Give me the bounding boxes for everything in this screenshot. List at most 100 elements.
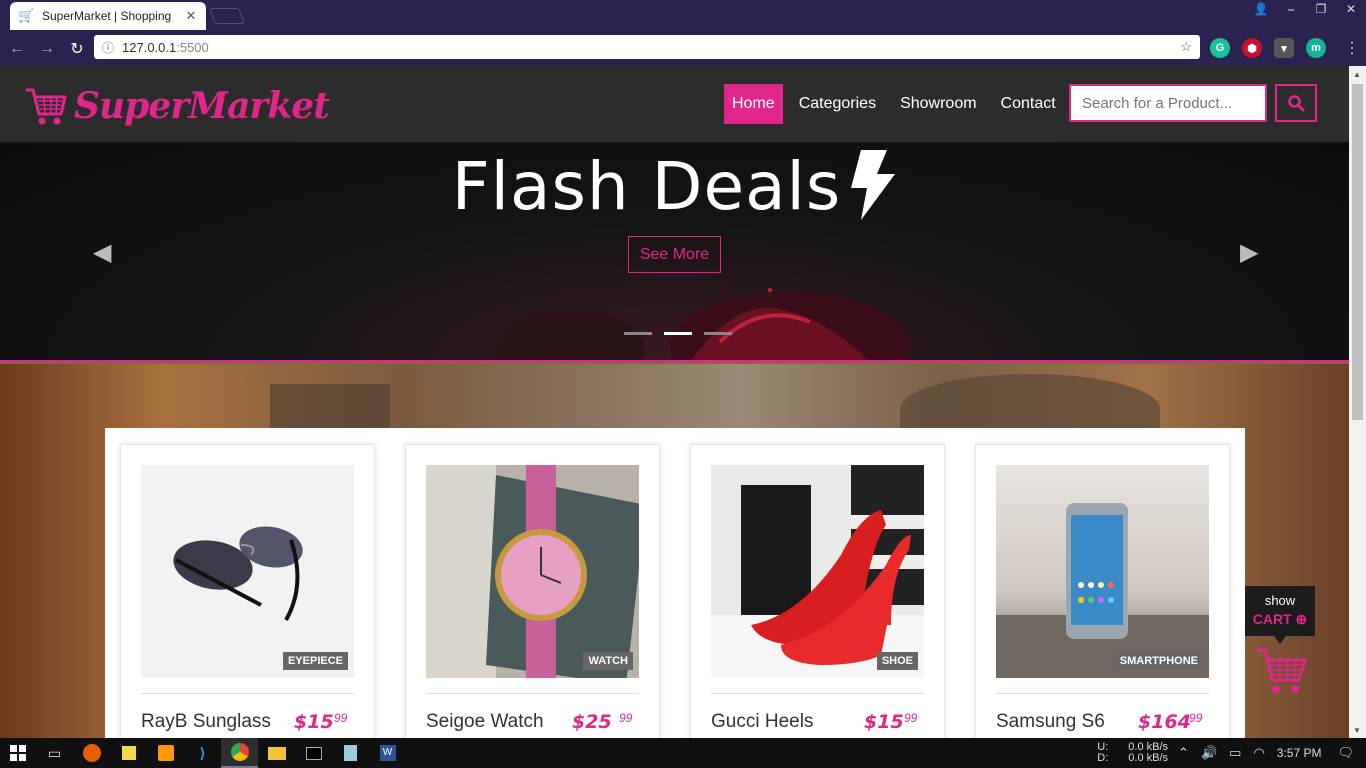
carousel-dot-active[interactable] [664,332,692,335]
cart-label-text: CART [1252,611,1292,627]
system-tray: U: D: 0.0 kB/s 0.0 kB/s ⌃ 🔊 ▭ ◠ 3:57 PM 🗨 [1097,738,1366,768]
task-view-icon[interactable]: ▭ [36,738,73,768]
product-image-smartphone[interactable]: SMARTPHONE [996,465,1209,678]
nav-contact[interactable]: Contact [993,84,1064,124]
card-divider [426,693,639,694]
card-divider [141,693,354,694]
grammarly-extension-icon[interactable]: G [1210,38,1230,58]
product-price: $164 [1138,711,1191,733]
products-panel: EYEPIECE RayB Sunglass $15 99 WATCH Seig… [105,428,1245,738]
scroll-down-icon[interactable]: ▼ [1353,726,1361,735]
sticky-notes-icon[interactable] [110,738,147,768]
browser-tab[interactable]: 🛒 SuperMarket | Shopping ✕ [10,2,206,30]
notepad-icon[interactable] [332,738,369,768]
site-logo[interactable]: SuperMarket [24,84,330,128]
firefox-icon[interactable] [73,738,110,768]
sublime-text-icon[interactable] [147,738,184,768]
product-card[interactable]: WATCH Seigoe Watch $25 99 [405,444,660,738]
product-name[interactable]: RayB Sunglass [141,711,271,733]
nav-categories[interactable]: Categories [791,84,884,124]
restore-button[interactable]: ❐ [1306,0,1336,18]
carousel-next-icon[interactable]: ▶ [1240,238,1258,267]
terminal-icon[interactable] [295,738,332,768]
shield-extension-icon[interactable]: ⬢ [1242,38,1262,58]
info-icon[interactable]: ⓘ [102,39,114,56]
windows-taskbar: ▭ ⟩ W U: D: 0.0 kB/s 0.0 kB/s ⌃ 🔊 ▭ ◠ 3:57… [0,738,1366,768]
url-host: 127.0.0.1 [122,39,177,55]
chevron-up-icon[interactable]: ⌃ [1178,745,1189,761]
tab-close-icon[interactable]: ✕ [184,8,198,24]
browser-menu-icon[interactable]: ⋮ [1344,38,1360,58]
volume-icon[interactable]: 🔊 [1201,745,1217,761]
plus-circle-icon: ⊕ [1295,611,1308,627]
window-controls: 👤 ⎯ ❐ ✕ [1246,0,1366,18]
product-price-cents: 99 [904,711,918,725]
hero-carousel: Flash Deals See More ◀ ▶ [0,142,1349,362]
background-sign [270,384,390,434]
address-bar[interactable]: ⓘ 127.0.0.1:5500 ☆ [94,35,1200,59]
carousel-indicators [624,332,732,335]
back-icon[interactable]: ← [4,40,30,58]
category-badge: WATCH [583,652,633,670]
scrollbar-thumb[interactable] [1352,84,1363,420]
file-explorer-icon[interactable] [258,738,295,768]
main-nav: Home Categories Showroom Contact [724,84,1072,124]
windows-start-icon[interactable] [0,738,36,768]
scroll-up-icon[interactable]: ▲ [1353,70,1361,79]
product-image-watch[interactable]: WATCH [426,465,639,678]
pocket-extension-icon[interactable]: ▾ [1274,38,1294,58]
clock[interactable]: 3:57 PM [1277,746,1322,760]
website: SuperMarket Home Categories Showroom Con… [0,66,1349,738]
minimize-button[interactable]: ⎯ [1276,0,1306,18]
product-card[interactable]: SHOE Gucci Heels $15 99 [690,444,945,738]
battery-icon[interactable]: ▭ [1229,745,1241,761]
show-cart-label: show [1264,593,1296,608]
extensions: G ⬢ ▾ m [1210,38,1326,58]
m-extension-icon[interactable]: m [1306,38,1326,58]
search-icon [1288,95,1305,112]
product-price: $25 [572,711,612,733]
hero-headline: Flash Deals [0,148,1349,225]
wifi-icon[interactable]: ◠ [1253,745,1264,761]
close-window-button[interactable]: ✕ [1336,0,1366,18]
url-text: 127.0.0.1:5500 [122,40,1180,55]
site-header: SuperMarket Home Categories Showroom Con… [0,66,1349,142]
product-name[interactable]: Gucci Heels [711,711,813,733]
product-name[interactable]: Seigoe Watch [426,711,544,733]
reload-icon[interactable]: ↻ [64,39,90,59]
vscode-icon[interactable]: ⟩ [184,738,221,768]
chrome-icon[interactable] [221,738,258,768]
cart-favicon-icon: 🛒 [18,8,35,23]
nav-showroom[interactable]: Showroom [892,84,984,124]
lightning-bolt-icon [851,150,896,220]
hero-product-image [495,288,910,360]
see-more-button[interactable]: See More [628,236,721,273]
carousel-prev-icon[interactable]: ◀ [93,238,111,267]
logo-cart-icon [26,88,67,125]
forward-icon[interactable]: → [34,40,60,58]
bookmark-star-icon[interactable]: ☆ [1180,39,1192,55]
floating-cart-icon[interactable] [1255,646,1307,696]
product-image-heels[interactable]: SHOE [711,465,924,678]
product-price: $15 [294,711,334,733]
product-image-sunglasses[interactable]: EYEPIECE [141,465,354,678]
notification-icon[interactable]: 🗨 [1337,745,1354,761]
search-button[interactable] [1275,84,1317,122]
carousel-dot[interactable] [624,332,652,335]
search-input[interactable] [1069,84,1267,122]
url-port: :5500 [176,39,209,55]
carousel-dot[interactable] [704,332,732,335]
product-price-cents: 99 [619,711,633,725]
product-price-cents: 99 [334,711,348,725]
word-icon[interactable]: W [369,738,406,768]
profile-icon[interactable]: 👤 [1246,0,1276,18]
show-cart-tooltip[interactable]: show CART ⊕ [1245,586,1315,644]
product-name[interactable]: Samsung S6 [996,711,1105,733]
category-badge: SHOE [876,652,918,670]
product-price: $15 [864,711,904,733]
nav-home[interactable]: Home [724,84,783,124]
product-card[interactable]: EYEPIECE RayB Sunglass $15 99 [120,444,375,738]
product-card[interactable]: SMARTPHONE Samsung S6 $164 99 [975,444,1230,738]
page-scrollbar[interactable]: ▲ ▼ [1349,66,1366,738]
new-tab-button[interactable] [209,8,245,24]
